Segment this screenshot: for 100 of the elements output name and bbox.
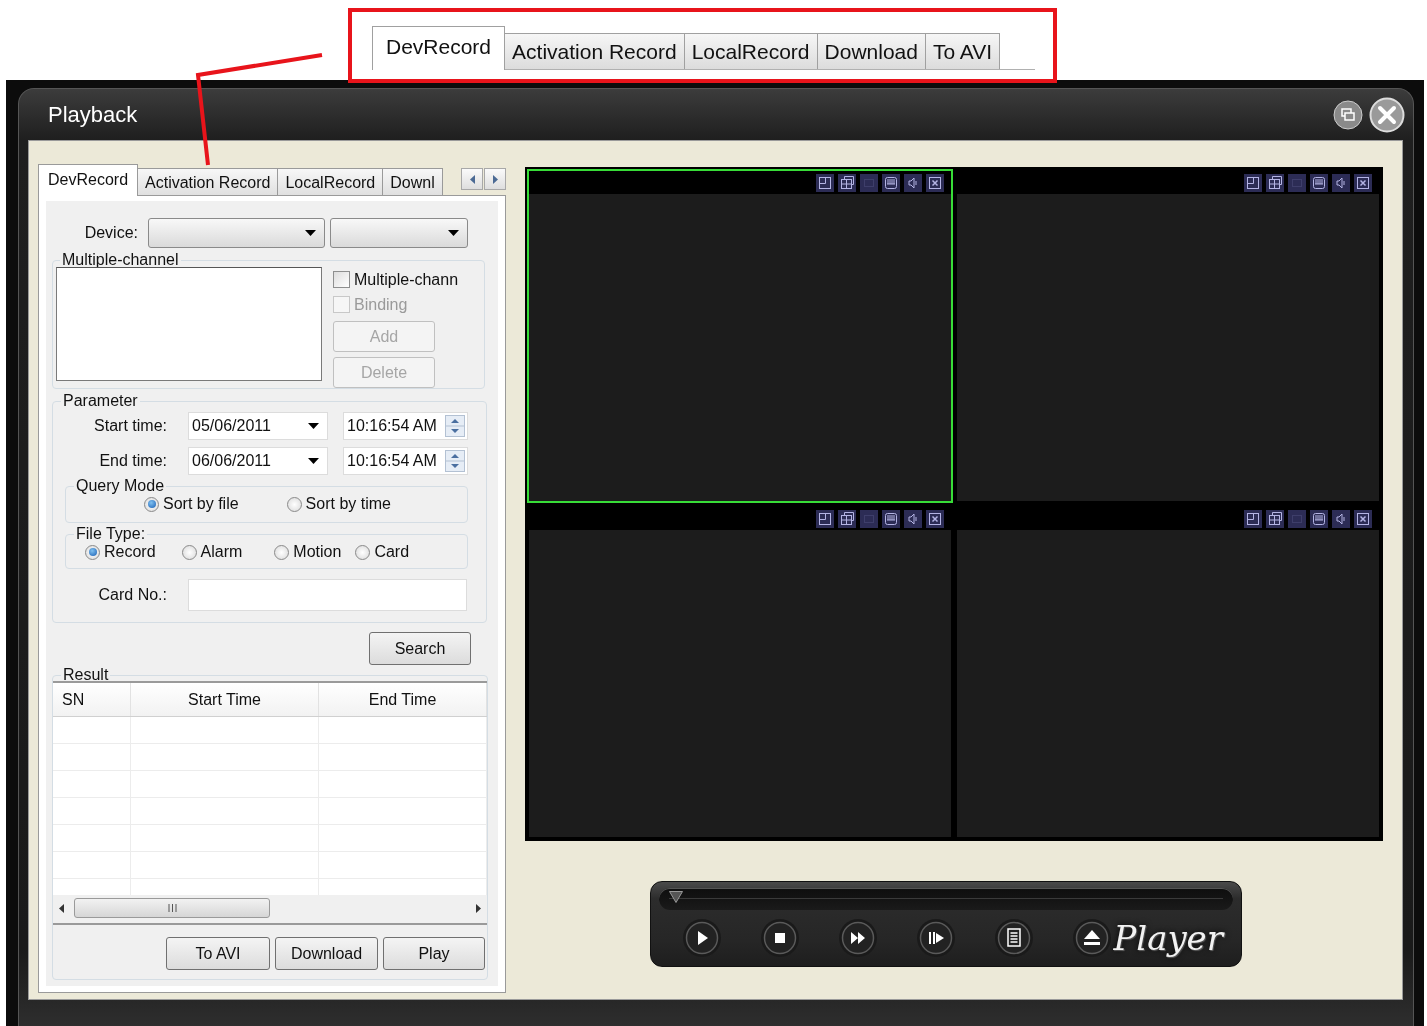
speaker-icon[interactable] — [1332, 173, 1350, 192]
close-icon[interactable] — [926, 173, 944, 192]
tray-icon[interactable] — [1310, 173, 1328, 192]
caret-icon — [308, 458, 319, 464]
scrollbar-thumb[interactable] — [74, 898, 270, 918]
channel-dropdown[interactable] — [330, 218, 468, 248]
progress-thumb[interactable] — [669, 891, 683, 903]
field-label: Card No.: — [97, 586, 167, 604]
document-icon[interactable] — [994, 918, 1034, 958]
column-header[interactable]: Start Time — [131, 683, 319, 716]
scroll-right-button[interactable] — [484, 168, 506, 190]
time-field[interactable]: 10:16:54 AM — [343, 412, 468, 440]
restore-icon[interactable] — [1333, 99, 1363, 130]
step-forward-icon[interactable] — [916, 918, 956, 958]
radio-button[interactable] — [274, 544, 290, 560]
device-dropdown[interactable] — [148, 218, 325, 248]
tab[interactable]: DevRecord — [38, 164, 139, 196]
windows-icon[interactable] — [838, 173, 856, 192]
spinner-icon[interactable] — [445, 450, 465, 472]
checkbox[interactable] — [333, 271, 350, 288]
grip-icon — [167, 904, 177, 912]
tab[interactable]: Activation Record — [137, 168, 279, 195]
date-value: 05/06/2011 — [192, 417, 272, 435]
button: Add — [333, 321, 435, 352]
radio-label: Motion — [293, 543, 342, 561]
button[interactable]: To AVI — [166, 937, 270, 970]
radio-label: Sort by time — [305, 495, 391, 513]
column-header[interactable]: SN — [53, 683, 131, 716]
window-title: Playback — [48, 101, 139, 128]
tab[interactable]: Downl — [382, 168, 443, 195]
caret-icon — [448, 230, 459, 236]
window-icon[interactable] — [816, 509, 834, 528]
group-title: Parameter — [62, 392, 139, 410]
time-field[interactable]: 10:16:54 AM — [343, 447, 468, 475]
checkbox-label: Binding — [354, 295, 408, 314]
date-value: 06/06/2011 — [192, 452, 272, 470]
column-header[interactable]: End Time — [319, 683, 487, 716]
close-icon[interactable] — [1369, 96, 1405, 133]
group-title: Multiple-channel — [61, 251, 180, 269]
windows-icon[interactable] — [1266, 509, 1284, 528]
radio-button[interactable] — [85, 544, 100, 560]
radio-label: Sort by file — [163, 495, 239, 513]
speaker-icon[interactable] — [1332, 509, 1350, 528]
group-title: File Type: — [75, 525, 147, 543]
radio-button[interactable] — [355, 544, 371, 560]
right-arrow-icon — [492, 174, 498, 184]
close-icon[interactable] — [1354, 509, 1372, 528]
speaker-icon[interactable] — [904, 173, 922, 192]
windows-icon[interactable] — [838, 509, 856, 528]
time-value: 10:16:54 AM — [347, 417, 437, 435]
tab[interactable]: To AVI — [924, 33, 1001, 69]
caret-icon — [308, 423, 319, 429]
radio-button[interactable] — [286, 496, 302, 512]
player-logo: Player — [1113, 918, 1223, 958]
checkbox-label: Multiple-chann — [354, 270, 459, 289]
group-title: Result — [62, 666, 110, 684]
window-icon[interactable] — [1244, 173, 1262, 192]
date-picker[interactable]: 06/06/2011 — [188, 447, 328, 475]
progress-track[interactable] — [659, 888, 1233, 910]
scroll-left-button[interactable] — [461, 168, 483, 190]
tab[interactable]: Download — [816, 33, 926, 69]
window-icon[interactable] — [816, 173, 834, 192]
button[interactable]: Download — [275, 937, 378, 970]
group-title: Query Mode — [75, 477, 166, 495]
field-label: End time: — [98, 452, 167, 470]
speaker-icon[interactable] — [904, 509, 922, 528]
window-icon[interactable] — [1244, 509, 1262, 528]
tab[interactable]: DevRecord — [372, 26, 506, 70]
tab[interactable]: LocalRecord — [277, 168, 384, 195]
tab[interactable]: LocalRecord — [683, 33, 818, 69]
channel-list[interactable] — [56, 267, 322, 381]
left-arrow-icon — [469, 174, 475, 184]
time-value: 10:16:54 AM — [347, 452, 437, 470]
tray-icon[interactable] — [882, 173, 900, 192]
stop-icon[interactable] — [760, 918, 800, 958]
card-number-field[interactable] — [188, 579, 467, 611]
tray-icon[interactable] — [882, 509, 900, 528]
device-label: Device: — [83, 224, 138, 242]
windows-icon[interactable] — [1266, 173, 1284, 192]
radio-label: Card — [374, 543, 410, 561]
radio-button[interactable] — [181, 544, 197, 560]
date-picker[interactable]: 05/06/2011 — [188, 412, 328, 440]
radio-label: Record — [104, 543, 156, 561]
tab[interactable]: Activation Record — [504, 33, 685, 69]
tray-icon[interactable] — [1310, 509, 1328, 528]
horizontal-scrollbar[interactable] — [53, 895, 487, 921]
close-icon[interactable] — [1354, 173, 1372, 192]
button: Delete — [333, 357, 435, 388]
fast-forward-icon[interactable] — [838, 918, 878, 958]
radio-label: Alarm — [200, 543, 243, 561]
spinner-icon[interactable] — [445, 415, 465, 437]
close-icon[interactable] — [926, 509, 944, 528]
left-arrow-icon[interactable] — [59, 903, 64, 913]
search-button[interactable]: Search — [369, 632, 471, 665]
play-icon[interactable] — [682, 918, 722, 958]
right-arrow-icon[interactable] — [476, 903, 481, 913]
radio-button[interactable] — [144, 496, 159, 512]
button[interactable]: Play — [383, 937, 485, 970]
eject-icon[interactable] — [1072, 918, 1112, 958]
caret-icon — [305, 230, 316, 236]
